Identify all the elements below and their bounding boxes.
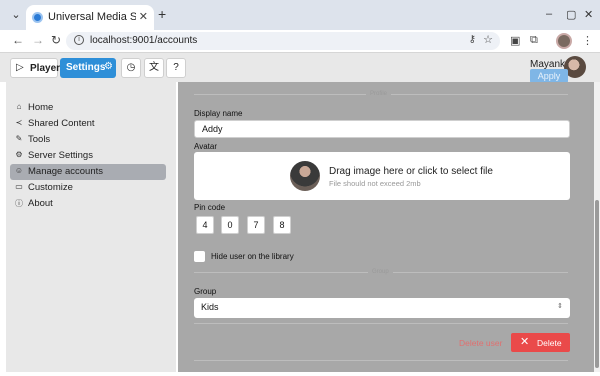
sidebar-item-shared-content[interactable]: ≺ Shared Content — [10, 116, 166, 132]
sidebar-item-tools[interactable]: ✎ Tools — [10, 132, 166, 148]
sidebar-item-label: Customize — [28, 182, 73, 193]
section-divider — [194, 360, 568, 361]
help-icon: ? — [173, 62, 179, 73]
account-form: Profile Display name Addy Avatar Drag im… — [178, 82, 594, 372]
sidebar-item-label: About — [28, 198, 53, 209]
sidebar: ⌂ Home ≺ Shared Content ✎ Tools ⚙ Server… — [6, 82, 176, 372]
tab-strip: ⌄ Universal Media Server ✕ + – ▢ ✕ — [0, 0, 600, 30]
delete-user-text: Delete user — [459, 338, 503, 348]
sidebar-item-server-settings[interactable]: ⚙ Server Settings — [10, 148, 166, 164]
pin-digit-2[interactable]: 0 — [221, 216, 239, 234]
play-icon: ▷ — [16, 62, 24, 73]
password-key-icon[interactable]: ⚷ — [469, 34, 476, 45]
pin-digit-1[interactable]: 4 — [196, 216, 214, 234]
site-info-icon[interactable]: i — [74, 35, 84, 45]
avatar-preview — [290, 161, 320, 191]
close-window-button[interactable]: ✕ — [584, 8, 593, 21]
chevron-updown-icon: ⇕ — [557, 303, 563, 310]
site-favicon-icon — [32, 12, 43, 23]
group-label: Group — [194, 287, 217, 296]
reload-icon[interactable]: ↻ — [51, 33, 61, 47]
maximize-button[interactable]: ▢ — [566, 8, 576, 21]
browser-window: ⌄ Universal Media Server ✕ + – ▢ ✕ ← → ↻… — [0, 0, 600, 376]
forward-arrow-icon[interactable]: → — [32, 33, 44, 47]
menu-dots-icon[interactable]: ⋮ — [582, 34, 593, 47]
pin-code-label: Pin code — [194, 203, 226, 212]
paint-icon: ▭ — [15, 182, 23, 191]
group-select[interactable]: Kids ⇕ — [194, 298, 570, 318]
back-arrow-icon[interactable]: ← — [12, 33, 24, 47]
language-button[interactable]: 文 — [144, 58, 164, 78]
sidebar-item-label: Home — [28, 102, 54, 113]
settings-button[interactable]: Settings ⚙ — [60, 58, 116, 78]
help-button[interactable]: ? — [166, 58, 186, 78]
chevron-down-icon[interactable]: ⌄ — [8, 7, 24, 23]
url-text: localhost:9001/accounts — [90, 35, 198, 46]
sidebar-item-label: Shared Content — [28, 118, 95, 129]
share-icon: ≺ — [15, 118, 23, 127]
dropzone-hint: File should not exceed 2mb — [329, 179, 421, 188]
dropzone-text: Drag image here or click to select file — [329, 166, 493, 177]
new-tab-button[interactable]: + — [158, 6, 166, 22]
address-row: ← → ↻ i localhost:9001/accounts ⚷ ☆ ▣ ⧉ … — [0, 30, 600, 52]
section-label-group: Group — [368, 269, 393, 275]
player-label: Player — [30, 63, 61, 74]
users-icon: ☺ — [14, 166, 24, 175]
sidebar-item-label: Server Settings — [28, 150, 93, 161]
scrollbar-thumb[interactable] — [595, 200, 599, 368]
sidebar-item-manage-accounts[interactable]: ☺ Manage accounts — [10, 164, 166, 180]
player-button[interactable]: ▷ Player — [10, 58, 61, 78]
profile-avatar[interactable] — [556, 33, 572, 49]
delete-button[interactable]: ✕ Delete — [511, 333, 570, 352]
sidebar-item-label: Manage accounts — [28, 166, 103, 177]
pin-digit-3[interactable]: 7 — [247, 216, 265, 234]
wrench-icon: ✎ — [15, 134, 23, 143]
history-button[interactable]: ◷ — [121, 58, 141, 78]
avatar-label: Avatar — [194, 142, 217, 151]
delete-button-label: Delete — [537, 338, 562, 348]
media-icon[interactable]: ▣ — [510, 34, 520, 47]
group-select-value: Kids — [201, 302, 219, 312]
display-name-label: Display name — [194, 109, 243, 118]
section-label-profile: Profile — [366, 91, 392, 97]
minimize-button[interactable]: – — [546, 8, 552, 20]
translate-icon: 文 — [149, 62, 159, 73]
avatar-dropzone[interactable]: Drag image here or click to select file … — [194, 152, 570, 200]
settings-label: Settings — [66, 62, 106, 73]
bookmark-star-icon[interactable]: ☆ — [483, 33, 493, 46]
section-divider — [194, 323, 568, 324]
display-name-value: Addy — [202, 124, 223, 134]
history-icon: ◷ — [126, 62, 136, 73]
hide-user-label: Hide user on the library — [211, 252, 294, 261]
gear-icon: ⚙ — [15, 150, 23, 159]
sidebar-item-label: Tools — [28, 134, 51, 145]
close-tab-icon[interactable]: ✕ — [139, 10, 148, 23]
browser-tab[interactable]: Universal Media Server ✕ — [26, 5, 154, 30]
apply-button[interactable]: Apply — [530, 69, 568, 83]
page-scrollbar[interactable] — [594, 82, 600, 372]
close-icon: ✕ — [520, 336, 530, 348]
display-name-input[interactable]: Addy — [194, 120, 570, 138]
address-bar[interactable]: i localhost:9001/accounts ⚷ ☆ — [66, 32, 500, 50]
pin-digit-4[interactable]: 8 — [273, 216, 291, 234]
sidebar-item-about[interactable]: ⓘ About — [10, 196, 166, 212]
tab-title: Universal Media Server — [48, 11, 136, 23]
sidebar-item-customize[interactable]: ▭ Customize — [10, 180, 166, 196]
app-toolbar: ▷ Player Settings ⚙ ◷ 文 ? Mayank Apply — [0, 52, 600, 83]
sidebar-item-home[interactable]: ⌂ Home — [10, 100, 166, 116]
hide-user-checkbox[interactable] — [194, 251, 205, 262]
gear-icon: ⚙ — [104, 61, 113, 72]
info-icon: ⓘ — [15, 199, 23, 208]
home-icon: ⌂ — [16, 102, 22, 111]
extensions-icon[interactable]: ⧉ — [530, 34, 538, 47]
